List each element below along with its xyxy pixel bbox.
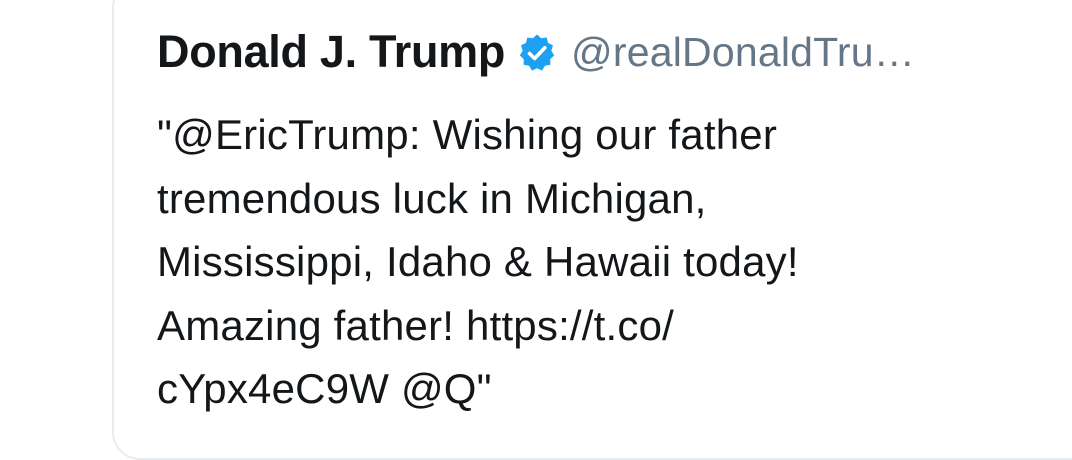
tweet-text-line: tremendous luck in Michigan,	[157, 174, 707, 222]
tweet-text-line: Amazing father! https://t.co/	[157, 301, 675, 349]
tweet-header: Donald J. Trump @realDonaldTru…	[157, 22, 915, 82]
tweet-text-line: "@EricTrump: Wishing our father	[157, 111, 778, 158]
tweet-text-line: Mississippi, Idaho & Hawaii today!	[157, 238, 799, 285]
display-name[interactable]: Donald J. Trump	[157, 26, 505, 78]
user-handle[interactable]: @realDonaldTru…	[571, 29, 915, 76]
tweet-text-line: cYpx4eC9W @Q"	[157, 365, 492, 412]
tweet-text: "@EricTrump: Wishing our father tremendo…	[157, 103, 1057, 421]
verified-badge-icon	[517, 33, 557, 73]
